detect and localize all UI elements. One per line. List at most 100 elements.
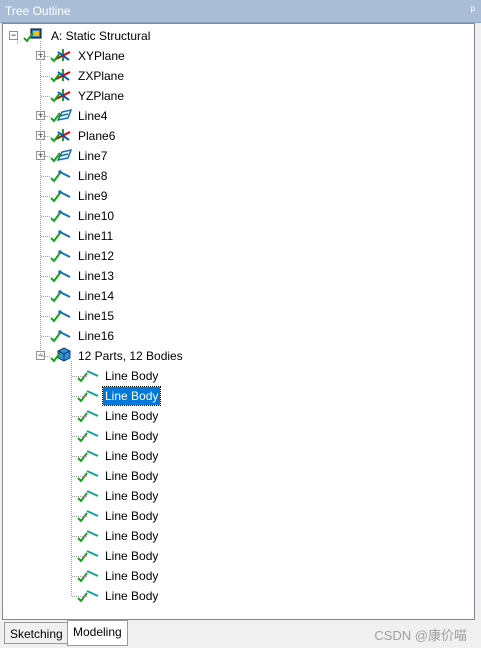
tree-node-label: Line Body: [105, 509, 159, 523]
tree-node-label: Line7: [78, 149, 108, 163]
tree-node-label: Line Body: [105, 589, 159, 603]
tree-node-feature[interactable]: Line10: [3, 206, 473, 226]
tree-connector: [41, 236, 50, 237]
tree-node-feature[interactable]: Line15: [3, 306, 473, 326]
pin-icon[interactable]: ᵖ: [470, 3, 475, 17]
line-icon: [50, 187, 72, 205]
tree-connector: [41, 116, 50, 117]
tree-node-label: Line11: [78, 229, 114, 243]
tree-node-label: Line Body: [101, 386, 162, 406]
line-icon: [50, 307, 72, 325]
tree-connector: [41, 96, 50, 97]
tree-node-feature[interactable]: Line9: [3, 186, 473, 206]
tab-sketching[interactable]: Sketching: [4, 622, 69, 644]
tree-connector: [41, 336, 50, 337]
tree-node-label: Line Body: [105, 529, 159, 543]
watermark: CSDN @康价喵: [374, 628, 467, 643]
tree-connector: [41, 356, 50, 357]
tree-connector: [72, 456, 87, 457]
tree-connector: [41, 296, 50, 297]
tree-connector: [72, 376, 87, 377]
tree-node-label: Line Body: [105, 429, 159, 443]
tree-connector: [17, 41, 18, 44]
tree-node-label: A: Static Structural: [51, 29, 151, 43]
tree-connector: [41, 316, 50, 317]
tree-node-label: Line4: [78, 109, 108, 123]
tree-outline-panel: − A: Static Structural + XYPlane ZXPlane …: [2, 23, 475, 620]
tree-node-feature[interactable]: + Line7: [3, 146, 473, 166]
tree-node-feature[interactable]: ZXPlane: [3, 66, 473, 86]
tree-node-root[interactable]: − A: Static Structural: [3, 26, 473, 46]
line-icon: [50, 327, 72, 345]
tree-connector: [41, 76, 50, 77]
tree-connector: [72, 516, 87, 517]
plane-icon: [50, 67, 72, 85]
tree-node-feature[interactable]: YZPlane: [3, 86, 473, 106]
root-icon: [23, 27, 45, 45]
tree-connector: [72, 496, 87, 497]
tree-node-label: Line13: [78, 269, 115, 283]
tree-node-label: Line9: [78, 189, 108, 203]
tree-node-label: Line Body: [105, 369, 159, 383]
lines-from-sketch-icon: [50, 107, 73, 125]
tree-node-feature[interactable]: Line8: [3, 166, 473, 186]
tree-node-label: Line Body: [105, 489, 159, 503]
line-icon: [50, 207, 72, 225]
parts-icon: [50, 347, 72, 365]
tree-connector: [72, 576, 87, 577]
tree-connector: [72, 596, 87, 597]
line-icon: [50, 267, 72, 285]
line-icon: [50, 287, 72, 305]
tree-node-label: XYPlane: [78, 49, 125, 63]
tree-node-feature[interactable]: Line13: [3, 266, 473, 286]
tree-connector: [41, 56, 50, 57]
tree-connector: [72, 396, 87, 397]
line-icon: [50, 247, 72, 265]
tree-node-feature[interactable]: Line11: [3, 226, 473, 246]
tree-node-label: Line Body: [105, 569, 159, 583]
tree-connector: [41, 176, 50, 177]
tree-connector: [41, 256, 50, 257]
panel-titlebar: Tree Outline ᵖ: [0, 0, 481, 23]
tree-node-parts[interactable]: − 12 Parts, 12 Bodies: [3, 346, 473, 366]
panel-edge: [476, 23, 481, 620]
tree-connector: [41, 156, 50, 157]
tree-node-label: YZPlane: [78, 89, 125, 103]
tree-node-label: Line Body: [105, 449, 159, 463]
tree-node-label: Plane6: [78, 129, 116, 143]
lines-from-sketch-icon: [50, 147, 73, 165]
tree-node-feature[interactable]: Line14: [3, 286, 473, 306]
tree-node-label: Line16: [78, 329, 115, 343]
plane-icon: [50, 87, 72, 105]
plane-icon: [50, 127, 72, 145]
tab-modeling[interactable]: Modeling: [67, 620, 128, 646]
plane-icon: [50, 47, 72, 65]
tree-node-label: Line Body: [105, 469, 159, 483]
tree-connector: [41, 216, 50, 217]
tree-node-label: Line12: [78, 249, 115, 263]
tree-connector: [72, 436, 87, 437]
line-icon: [50, 227, 72, 245]
tree-connector: [72, 556, 87, 557]
tree-node-label: Line10: [78, 209, 115, 223]
tree-connector: [41, 136, 50, 137]
tree-node-feature[interactable]: + XYPlane: [3, 46, 473, 66]
tree-connector: [41, 196, 50, 197]
tree-node-label: Line Body: [105, 549, 159, 563]
tree-connector: [41, 276, 50, 277]
collapse-icon[interactable]: −: [9, 31, 18, 40]
panel-title: Tree Outline: [5, 4, 71, 18]
line-icon: [50, 167, 72, 185]
tree-connector: [72, 416, 87, 417]
tree-node-label: 12 Parts, 12 Bodies: [78, 349, 183, 363]
tree-connector: [72, 536, 87, 537]
tree-connector: [40, 41, 41, 356]
tree-node-feature[interactable]: + Plane6: [3, 126, 473, 146]
tree-node-label: Line14: [78, 289, 115, 303]
tree-node-feature[interactable]: Line16: [3, 326, 473, 346]
tree-node-feature[interactable]: + Line4: [3, 106, 473, 126]
tree-node-label: ZXPlane: [78, 69, 125, 83]
tree-node-label: Line Body: [105, 409, 159, 423]
tree-node-feature[interactable]: Line12: [3, 246, 473, 266]
tree-node-label: Line8: [78, 169, 108, 183]
